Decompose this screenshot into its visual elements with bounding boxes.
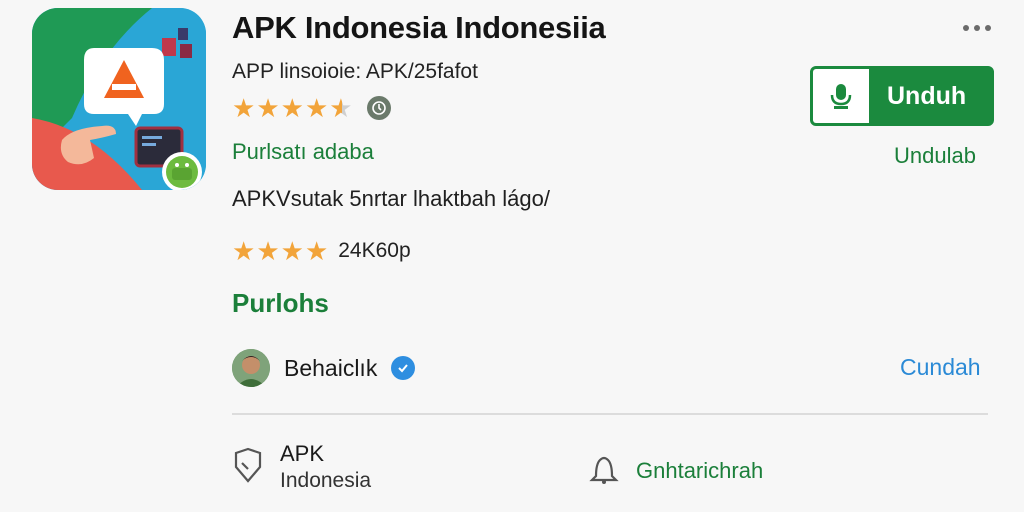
review-stars: ★ ★ ★ ★ — [232, 238, 328, 264]
divider — [232, 413, 988, 415]
more-dot — [963, 25, 969, 31]
star-icon: ★ — [304, 93, 329, 123]
app-subtitle: APP linsoioie: APK/25fafot — [232, 60, 478, 83]
star-icon: ★ — [256, 236, 280, 266]
bottom-item-notify[interactable]: Gnhtarichrah — [586, 450, 763, 491]
author-action-link[interactable]: Cundah — [900, 354, 981, 381]
verified-icon — [391, 356, 416, 380]
star-icon: ★ — [232, 93, 256, 123]
app-icon — [32, 8, 206, 190]
star-icon: ★ — [232, 236, 256, 266]
app-description: APKVsutak 5nrtar lhaktbah lágo/ — [232, 186, 550, 211]
bottom-item-label: Gnhtarichrah — [636, 457, 764, 483]
microphone-icon — [813, 69, 869, 123]
developer-link[interactable]: Purlsatı adaba — [232, 139, 374, 165]
star-icon: ★ — [304, 236, 329, 266]
more-dot — [974, 25, 980, 31]
bottom-item-title: APK — [280, 441, 325, 466]
author-name: Behaiclık — [284, 354, 378, 381]
star-icon: ★ — [256, 93, 280, 123]
install-button[interactable]: Unduh — [810, 66, 994, 126]
section-title: Purlohs — [232, 288, 329, 318]
review-row: ★ ★ ★ ★ 24K60p — [232, 236, 411, 266]
more-dot — [985, 25, 991, 31]
avatar[interactable] — [232, 349, 270, 387]
star-icon: ★ — [280, 93, 304, 123]
rating-row: ★ ★ ★ ★ ★ — [232, 93, 391, 123]
app-title: APK Indonesia Indonesiia — [232, 10, 606, 45]
bottom-item-subtitle: Indonesia — [280, 469, 372, 492]
star-half-icon: ★ — [329, 93, 353, 123]
clock-icon — [366, 96, 391, 120]
bell-icon — [586, 450, 622, 491]
rating-stars: ★ ★ ★ ★ ★ — [232, 95, 353, 121]
install-label: Unduh — [887, 81, 967, 110]
author-row: Behaiclık — [232, 348, 416, 388]
tag-icon — [230, 445, 266, 490]
secondary-link[interactable]: Undulab — [894, 143, 976, 169]
star-icon: ★ — [280, 236, 304, 266]
bottom-item-apk[interactable]: APK Indonesia — [230, 441, 371, 493]
more-icon[interactable] — [958, 18, 996, 38]
review-count: 24K60p — [338, 239, 411, 262]
